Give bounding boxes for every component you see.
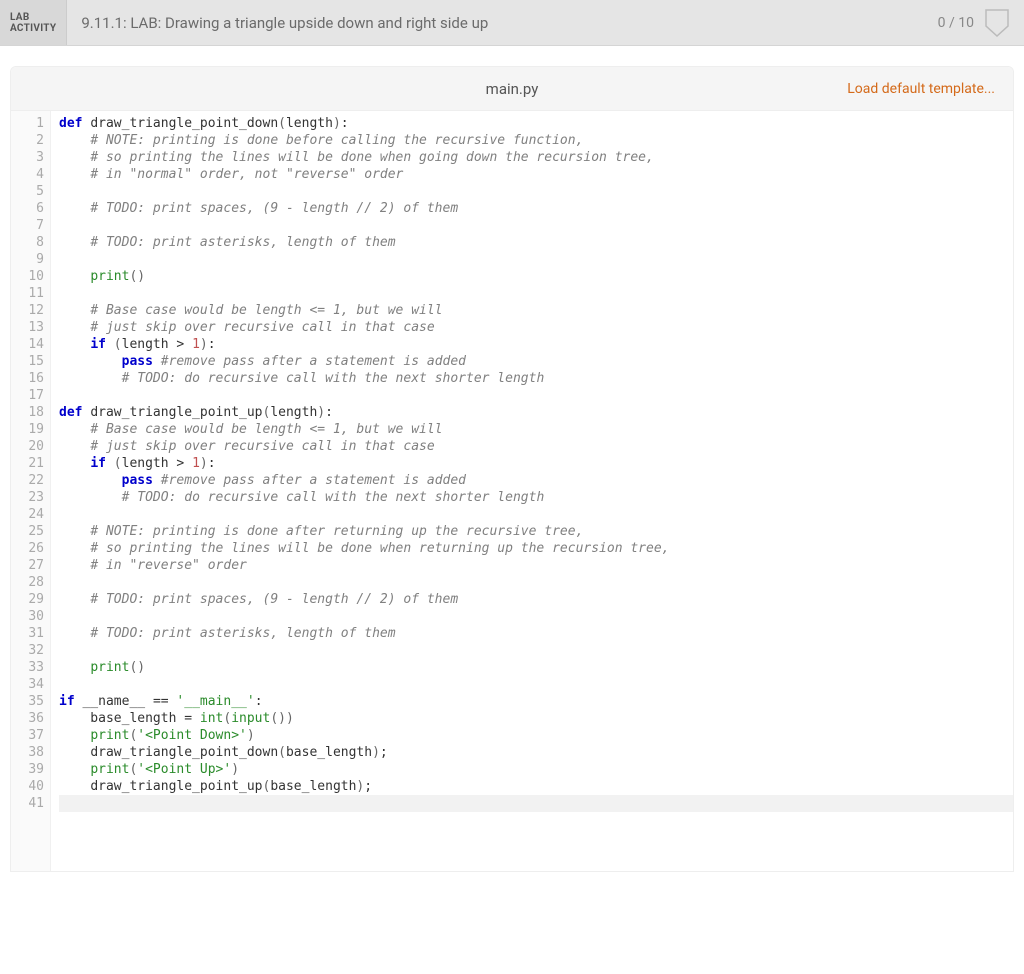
- load-template-link[interactable]: Load default template...: [847, 81, 995, 97]
- code-line[interactable]: draw_triangle_point_down(base_length);: [59, 744, 1013, 761]
- line-number: 8: [11, 234, 44, 251]
- code-line[interactable]: print('<Point Down>'): [59, 727, 1013, 744]
- code-content[interactable]: def draw_triangle_point_down(length): # …: [51, 111, 1013, 871]
- line-number: 4: [11, 166, 44, 183]
- code-line[interactable]: # in "normal" order, not "reverse" order: [59, 166, 1013, 183]
- line-number: 35: [11, 693, 44, 710]
- line-number: 10: [11, 268, 44, 285]
- code-line[interactable]: # NOTE: printing is done after returning…: [59, 523, 1013, 540]
- code-line[interactable]: pass #remove pass after a statement is a…: [59, 472, 1013, 489]
- line-number: 17: [11, 387, 44, 404]
- code-line[interactable]: [59, 217, 1013, 234]
- code-line[interactable]: # Base case would be length <= 1, but we…: [59, 421, 1013, 438]
- code-line[interactable]: # TODO: print asterisks, length of them: [59, 234, 1013, 251]
- code-line[interactable]: # in "reverse" order: [59, 557, 1013, 574]
- code-line[interactable]: def draw_triangle_point_up(length):: [59, 404, 1013, 421]
- code-line[interactable]: # just skip over recursive call in that …: [59, 319, 1013, 336]
- line-number: 6: [11, 200, 44, 217]
- line-number: 28: [11, 574, 44, 591]
- code-line[interactable]: pass #remove pass after a statement is a…: [59, 353, 1013, 370]
- code-line[interactable]: # Base case would be length <= 1, but we…: [59, 302, 1013, 319]
- code-line[interactable]: # TODO: do recursive call with the next …: [59, 489, 1013, 506]
- score-label: 0 / 10: [938, 15, 984, 31]
- code-line[interactable]: if (length > 1):: [59, 336, 1013, 353]
- line-number: 31: [11, 625, 44, 642]
- lab-header: LAB ACTIVITY 9.11.1: LAB: Drawing a tria…: [0, 0, 1024, 46]
- line-number: 2: [11, 132, 44, 149]
- line-number: 40: [11, 778, 44, 795]
- line-number: 9: [11, 251, 44, 268]
- code-line[interactable]: print(): [59, 268, 1013, 285]
- line-number: 38: [11, 744, 44, 761]
- code-line[interactable]: print(): [59, 659, 1013, 676]
- line-number: 41: [11, 795, 44, 812]
- code-line[interactable]: # NOTE: printing is done before calling …: [59, 132, 1013, 149]
- line-number: 19: [11, 421, 44, 438]
- line-number: 26: [11, 540, 44, 557]
- line-number: 20: [11, 438, 44, 455]
- line-number-gutter: 1234567891011121314151617181920212223242…: [11, 111, 51, 871]
- line-number: 39: [11, 761, 44, 778]
- line-number: 22: [11, 472, 44, 489]
- line-number: 36: [11, 710, 44, 727]
- code-line[interactable]: draw_triangle_point_up(base_length);: [59, 778, 1013, 795]
- code-line[interactable]: [59, 642, 1013, 659]
- code-editor[interactable]: 1234567891011121314151617181920212223242…: [11, 111, 1013, 871]
- code-line[interactable]: [59, 506, 1013, 523]
- code-line[interactable]: # TODO: print spaces, (9 - length // 2) …: [59, 200, 1013, 217]
- line-number: 16: [11, 370, 44, 387]
- code-line[interactable]: # TODO: print asterisks, length of them: [59, 625, 1013, 642]
- code-line[interactable]: if (length > 1):: [59, 455, 1013, 472]
- code-line[interactable]: [59, 676, 1013, 693]
- code-line[interactable]: print('<Point Up>'): [59, 761, 1013, 778]
- line-number: 21: [11, 455, 44, 472]
- code-line[interactable]: [59, 795, 1013, 812]
- code-line[interactable]: # TODO: print spaces, (9 - length // 2) …: [59, 591, 1013, 608]
- code-line[interactable]: # so printing the lines will be done whe…: [59, 540, 1013, 557]
- line-number: 29: [11, 591, 44, 608]
- lab-badge: LAB ACTIVITY: [0, 0, 67, 45]
- line-number: 1: [11, 115, 44, 132]
- code-line[interactable]: [59, 387, 1013, 404]
- filename-label: main.py: [486, 80, 539, 98]
- code-line[interactable]: [59, 285, 1013, 302]
- line-number: 37: [11, 727, 44, 744]
- line-number: 25: [11, 523, 44, 540]
- line-number: 7: [11, 217, 44, 234]
- code-line[interactable]: # so printing the lines will be done whe…: [59, 149, 1013, 166]
- line-number: 23: [11, 489, 44, 506]
- line-number: 27: [11, 557, 44, 574]
- line-number: 24: [11, 506, 44, 523]
- line-number: 11: [11, 285, 44, 302]
- line-number: 34: [11, 676, 44, 693]
- code-editor-panel: main.py Load default template... 1234567…: [10, 66, 1014, 872]
- code-line[interactable]: [59, 251, 1013, 268]
- badge-line2: ACTIVITY: [10, 23, 56, 34]
- code-line[interactable]: def draw_triangle_point_down(length):: [59, 115, 1013, 132]
- code-line[interactable]: base_length = int(input()): [59, 710, 1013, 727]
- code-line[interactable]: [59, 608, 1013, 625]
- line-number: 15: [11, 353, 44, 370]
- line-number: 13: [11, 319, 44, 336]
- line-number: 18: [11, 404, 44, 421]
- code-line[interactable]: # TODO: do recursive call with the next …: [59, 370, 1013, 387]
- code-line[interactable]: [59, 183, 1013, 200]
- shield-icon: [984, 8, 1010, 38]
- badge-line1: LAB: [10, 12, 56, 23]
- code-line[interactable]: if __name__ == '__main__':: [59, 693, 1013, 710]
- line-number: 32: [11, 642, 44, 659]
- line-number: 5: [11, 183, 44, 200]
- line-number: 30: [11, 608, 44, 625]
- line-number: 33: [11, 659, 44, 676]
- line-number: 3: [11, 149, 44, 166]
- lab-title: 9.11.1: LAB: Drawing a triangle upside d…: [67, 14, 937, 32]
- editor-header: main.py Load default template...: [11, 67, 1013, 111]
- code-line[interactable]: # just skip over recursive call in that …: [59, 438, 1013, 455]
- code-line[interactable]: [59, 574, 1013, 591]
- line-number: 12: [11, 302, 44, 319]
- line-number: 14: [11, 336, 44, 353]
